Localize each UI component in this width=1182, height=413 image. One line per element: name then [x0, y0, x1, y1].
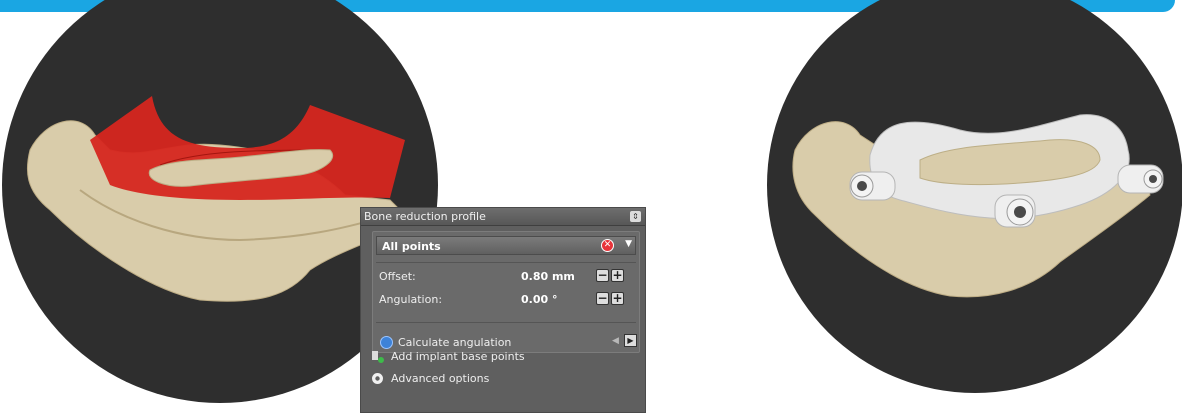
offset-value[interactable]: 0.80 mm	[521, 270, 575, 283]
panel-header[interactable]: Bone reduction profile ⇕	[361, 208, 645, 226]
implant-add-icon	[372, 351, 384, 363]
updown-arrow-icon[interactable]: ⇕	[630, 211, 641, 222]
previous-arrow-icon[interactable]: ◀	[612, 336, 619, 346]
divider	[376, 262, 636, 263]
offset-label: Offset:	[379, 270, 416, 283]
gear-icon	[372, 373, 383, 384]
calculate-angulation-button[interactable]: Calculate angulation	[398, 336, 511, 349]
clear-icon[interactable]: ✕	[601, 239, 614, 252]
advanced-options-label: Advanced options	[391, 372, 490, 385]
angle-icon[interactable]	[380, 336, 393, 349]
offset-increase-button[interactable]: +	[611, 269, 624, 282]
offset-decrease-button[interactable]: −	[596, 269, 609, 282]
add-implant-base-points-label: Add implant base points	[391, 350, 525, 363]
divider	[376, 322, 636, 323]
right-3d-view[interactable]	[767, 0, 1182, 393]
bone-reduction-panel: Bone reduction profile ⇕ All points ✕ ▼ …	[360, 207, 646, 413]
point-selector-label: All points	[382, 240, 441, 253]
angulation-value[interactable]: 0.00 °	[521, 293, 557, 306]
point-selector[interactable]: All points ✕ ▼	[376, 236, 636, 255]
angulation-increase-button[interactable]: +	[611, 292, 624, 305]
dropdown-arrow-icon[interactable]: ▼	[625, 239, 632, 249]
panel-title: Bone reduction profile	[364, 210, 486, 223]
next-arrow-icon[interactable]: ▶	[624, 334, 637, 347]
profile-settings-group: All points ✕ ▼ Offset: 0.80 mm − + Angul…	[372, 231, 640, 353]
angulation-label: Angulation:	[379, 293, 443, 306]
angulation-decrease-button[interactable]: −	[596, 292, 609, 305]
